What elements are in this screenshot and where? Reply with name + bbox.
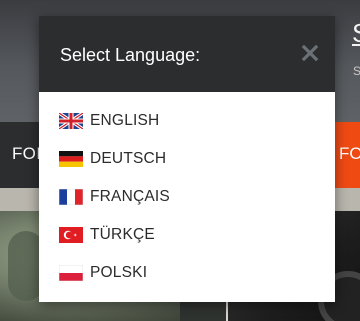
language-label: TÜRKÇE: [90, 226, 155, 243]
modal-title: Select Language:: [60, 45, 201, 65]
turkey-flag-icon: [59, 227, 83, 243]
language-option-english[interactable]: ENGLISH: [39, 102, 335, 140]
close-icon: [301, 44, 319, 62]
close-button[interactable]: [299, 42, 321, 64]
modal-header: Select Language:: [39, 16, 335, 92]
language-label: POLSKI: [90, 264, 148, 281]
uk-flag-icon: [59, 113, 83, 129]
france-flag-icon: [59, 189, 83, 205]
language-option-francais[interactable]: FRANÇAIS: [39, 178, 335, 216]
language-label: FRANÇAIS: [90, 188, 170, 205]
germany-flag-icon: [59, 151, 83, 167]
poland-flag-icon: [59, 265, 83, 281]
nav-item-left[interactable]: FOI: [12, 144, 41, 164]
header-subtext: S: [353, 64, 360, 78]
language-label: DEUTSCH: [90, 150, 167, 167]
language-label: ENGLISH: [90, 112, 160, 129]
nav-item-right-label[interactable]: FO: [339, 144, 360, 164]
language-option-turkce[interactable]: TÜRKÇE: [39, 216, 335, 254]
header-link[interactable]: S: [352, 20, 360, 46]
language-list: ENGLISH DEUTSCH FRANÇAIS TÜRKÇE POLSKI: [39, 102, 335, 292]
language-modal: Select Language: ENGLISH DEUTSCH FRANÇAI…: [39, 16, 335, 302]
language-option-deutsch[interactable]: DEUTSCH: [39, 140, 335, 178]
language-option-polski[interactable]: POLSKI: [39, 254, 335, 292]
